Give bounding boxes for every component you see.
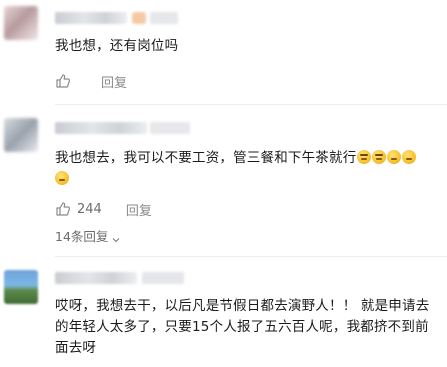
comment-text: 我也想去，我可以不要工资，管三餐和下午茶就行 bbox=[55, 148, 435, 190]
laughing-emoji-icon bbox=[372, 150, 387, 164]
user-badge-icon bbox=[132, 12, 146, 24]
thinking-emoji-icon bbox=[387, 150, 402, 164]
comment-item: 我也想去，我可以不要工资，管三餐和下午茶就行 244 回复 14条回复 bbox=[0, 112, 447, 252]
chevron-down-icon bbox=[112, 232, 120, 242]
avatar[interactable] bbox=[4, 118, 38, 152]
username-blurred bbox=[150, 122, 190, 134]
like-count: 244 bbox=[77, 201, 102, 217]
username-blurred[interactable] bbox=[55, 12, 127, 24]
thinking-emoji-icon bbox=[55, 171, 69, 185]
username-blurred bbox=[150, 12, 178, 24]
comment-text-content: 我也想去，我可以不要工资，管三餐和下午茶就行 bbox=[55, 150, 357, 166]
comment-text: 哎呀，我想去干，以后凡是节假日都去演野人！！ 就是申请去的年轻人太多了，只要15… bbox=[55, 298, 430, 356]
thinking-emoji-icon bbox=[402, 150, 417, 164]
reply-button[interactable]: 回复 bbox=[126, 200, 152, 219]
divider bbox=[55, 256, 447, 257]
comment-actions: 244 回复 bbox=[55, 200, 152, 219]
thumbs-up-icon[interactable] bbox=[55, 201, 71, 217]
comment-actions: 回复 bbox=[55, 72, 127, 91]
username-blurred[interactable] bbox=[55, 122, 147, 134]
view-replies-link[interactable]: 14条回复 bbox=[55, 226, 120, 245]
comment-item: 哎呀，我想去干，以后凡是节假日都去演野人！！ 就是申请去的年轻人太多了，只要15… bbox=[0, 262, 447, 367]
avatar[interactable] bbox=[4, 270, 38, 304]
username-blurred[interactable] bbox=[55, 272, 137, 284]
thumbs-up-icon[interactable] bbox=[55, 73, 71, 89]
divider bbox=[55, 104, 447, 105]
laughing-emoji-icon bbox=[357, 150, 372, 164]
comment-item: 我也想，还有岗位吗 回复 bbox=[0, 0, 447, 100]
more-replies-label: 14条回复 bbox=[55, 229, 109, 244]
username-blurred bbox=[142, 272, 184, 284]
reply-button[interactable]: 回复 bbox=[101, 72, 127, 91]
avatar[interactable] bbox=[4, 6, 38, 40]
comment-text: 我也想，还有岗位吗 bbox=[55, 38, 179, 54]
